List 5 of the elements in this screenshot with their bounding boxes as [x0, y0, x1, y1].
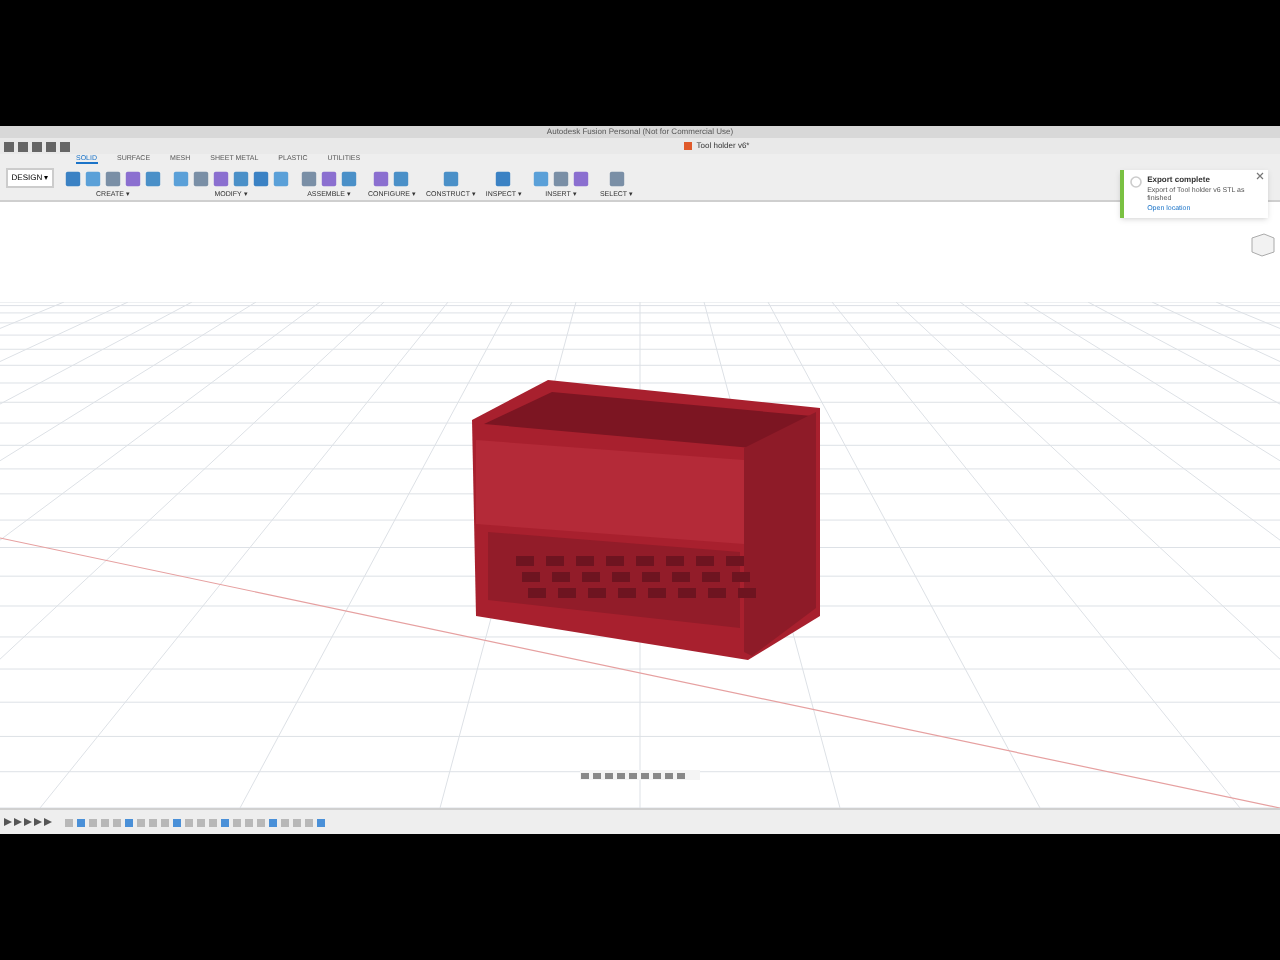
close-icon [1256, 172, 1264, 180]
view-cube-icon[interactable] [1248, 230, 1276, 258]
close-button[interactable] [1256, 172, 1264, 180]
tool-icon[interactable] [441, 170, 460, 188]
document-icon [684, 142, 693, 150]
